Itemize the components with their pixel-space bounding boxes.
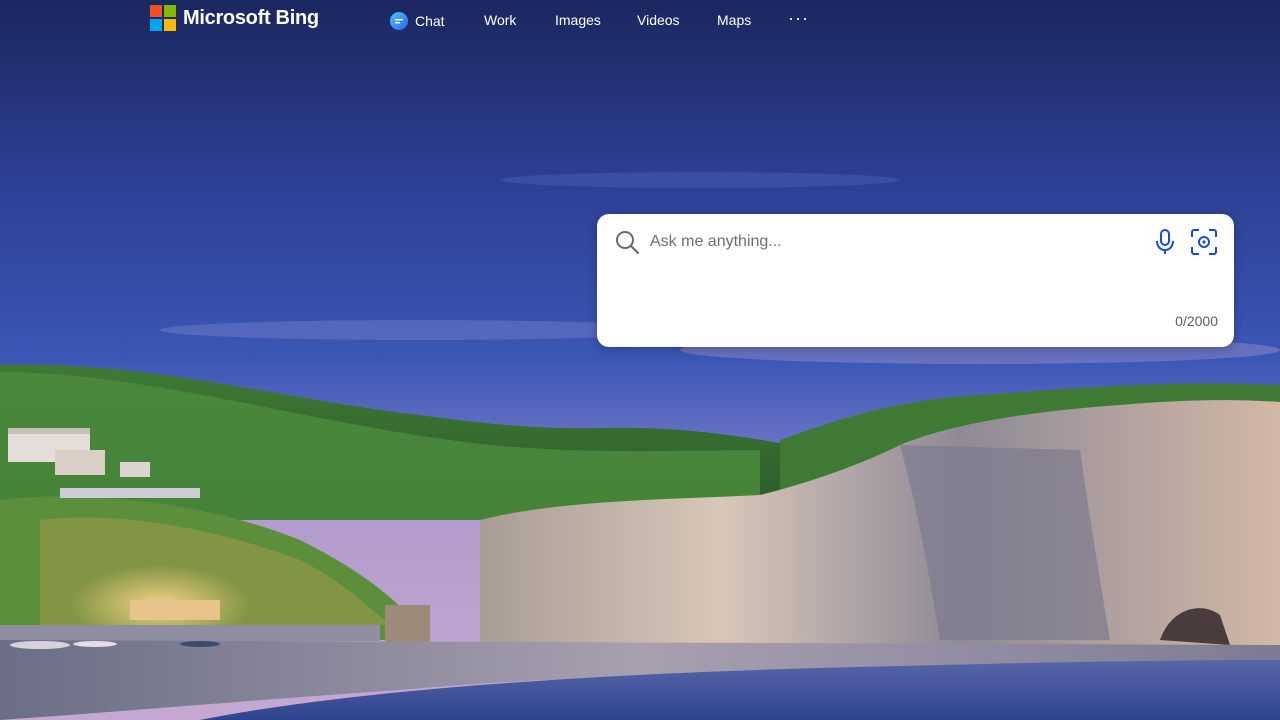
search-icon (616, 231, 640, 255)
top-navigation-bar: Microsoft Bing Chat Work Images Videos M… (0, 0, 1280, 40)
search-input[interactable] (648, 228, 1142, 256)
more-menu-button[interactable]: ··· (788, 8, 809, 29)
brand-name: Microsoft Bing (183, 6, 319, 29)
bing-logo[interactable]: Microsoft Bing (150, 5, 319, 31)
nav-images[interactable]: Images (555, 12, 601, 28)
microphone-icon[interactable] (1153, 228, 1177, 256)
nav-chat-label: Chat (415, 13, 445, 29)
chat-icon (390, 12, 408, 30)
search-box[interactable]: 0/2000 (597, 214, 1234, 347)
microsoft-logo-icon (150, 5, 176, 31)
nav-work[interactable]: Work (484, 12, 516, 28)
visual-search-icon[interactable] (1189, 227, 1219, 257)
nav-maps[interactable]: Maps (717, 12, 751, 28)
background-photo (0, 0, 1280, 720)
character-counter: 0/2000 (1175, 313, 1218, 329)
nav-videos[interactable]: Videos (637, 12, 680, 28)
nav-chat[interactable]: Chat (390, 12, 445, 30)
